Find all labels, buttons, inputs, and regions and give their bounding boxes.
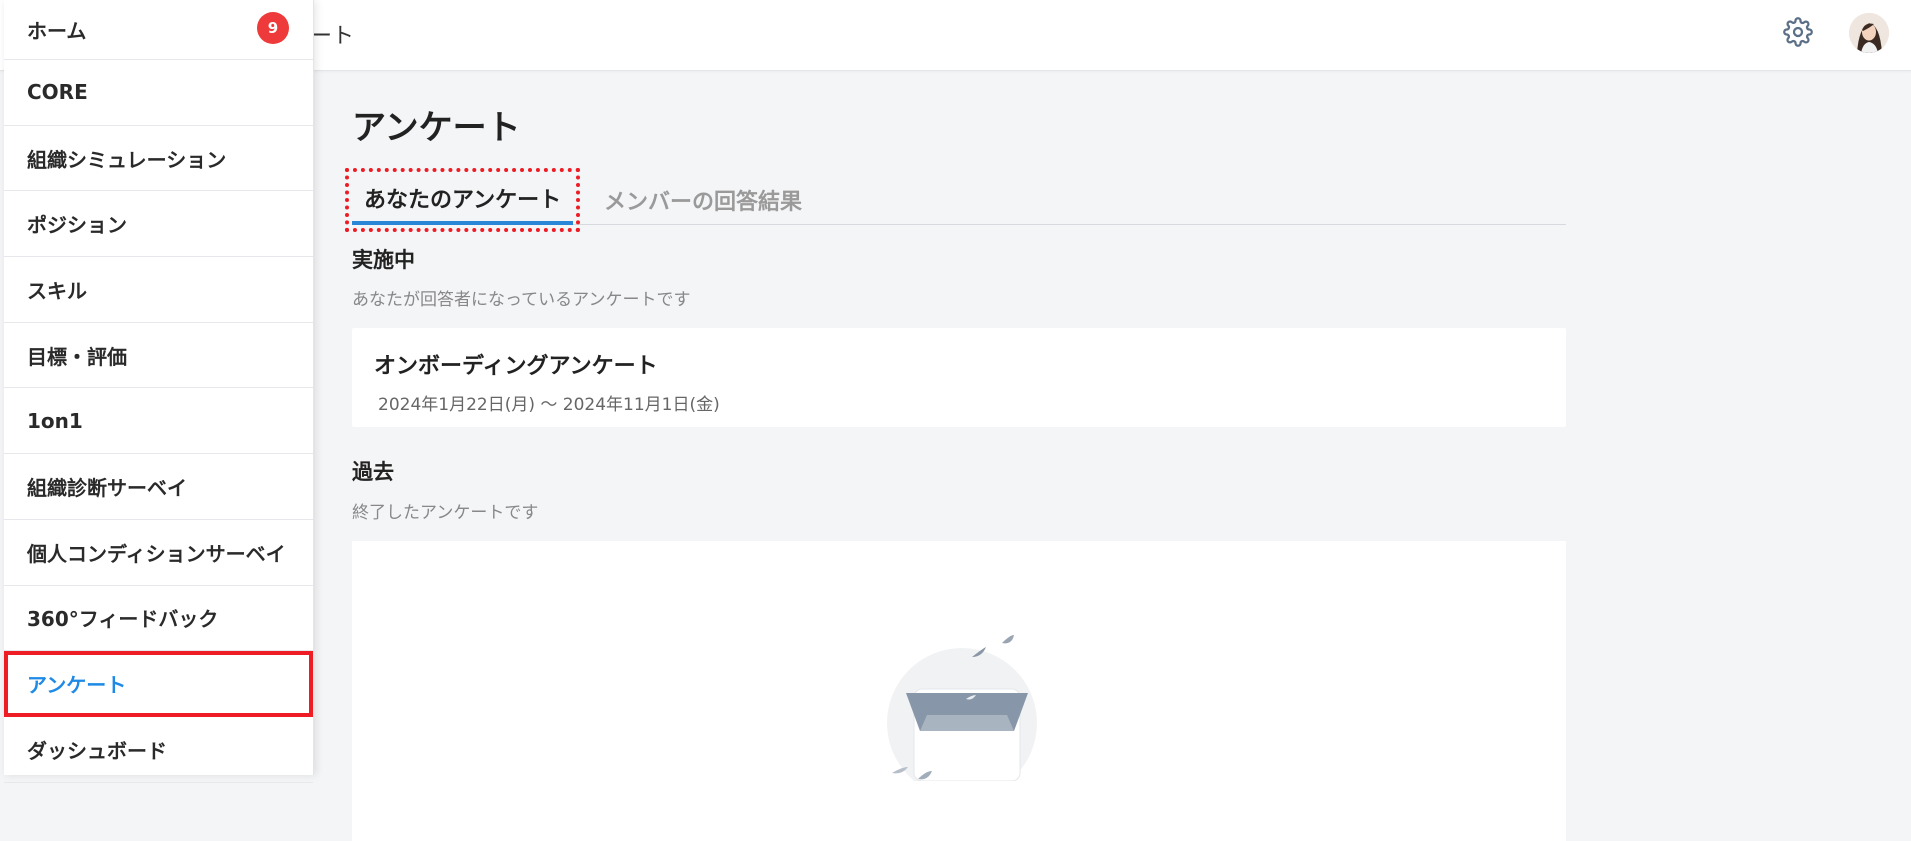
sidebar-item-label: 組織シミュレーション (27, 147, 227, 172)
sidebar-item-label: アンケート (27, 673, 127, 698)
sidebar-item-label: 360°フィードバック (27, 607, 219, 632)
section-title-past: 過去 (352, 460, 394, 484)
tab-your-surveys[interactable]: あなたのアンケート (344, 168, 581, 232)
survey-period: 2024年1月22日(月) ～ 2024年11月1日(金) (378, 395, 720, 415)
sidebar-item-1on1[interactable]: 1on1 (4, 388, 313, 455)
sidebar-item-org-simulation[interactable]: 組織シミュレーション (4, 126, 313, 192)
sidebar-item-label: 個人コンディションサーベイ (27, 541, 286, 566)
page-title: アンケート (352, 108, 521, 148)
sidebar-item-core[interactable]: CORE (4, 60, 313, 126)
sidebar-item-label: 目標・評価 (27, 344, 127, 369)
empty-state-panel (352, 541, 1566, 841)
sidebar-item-home[interactable]: ホーム 9 (4, 0, 313, 60)
sidebar-item-condition-survey[interactable]: 個人コンディションサーベイ (4, 520, 313, 586)
sidebar-item-position[interactable]: ポジション (4, 191, 313, 258)
sidebar-item-label: 1on1 (27, 408, 83, 433)
sidebar-item-label: CORE (27, 80, 88, 105)
gear-icon[interactable] (1783, 17, 1813, 47)
sidebar-item-label: ホーム (27, 19, 87, 43)
breadcrumb: ート (310, 24, 355, 49)
section-title-active: 実施中 (352, 248, 415, 272)
sidebar-item-org-survey[interactable]: 組織診断サーベイ (4, 454, 313, 520)
tab-member-results[interactable]: メンバーの回答結果 (592, 175, 814, 225)
sidebar-item-label: スキル (27, 278, 87, 303)
sidebar-item-label: ダッシュボード (27, 738, 167, 763)
sidebar-item-goals-evaluation[interactable]: 目標・評価 (4, 323, 313, 389)
survey-name: オンボーディングアンケート (374, 354, 658, 379)
sidebar-item-label: 組織診断サーベイ (27, 475, 187, 500)
survey-card[interactable]: オンボーディングアンケート 2024年1月22日(月) ～ 2024年11月1日… (352, 328, 1566, 427)
sidebar-item-360-feedback[interactable]: 360°フィードバック (4, 586, 313, 652)
sidebar-item-skill[interactable]: スキル (4, 257, 313, 323)
sidebar-item-label: ポジション (27, 213, 127, 238)
sidebar-nav: ホーム 9 CORE 組織シミュレーション ポジション スキル 目標・評価 1o… (4, 0, 314, 783)
tab-bar: あなたのアンケート メンバーの回答結果 (344, 168, 1566, 232)
user-avatar[interactable] (1849, 13, 1889, 53)
section-description-active: あなたが回答者になっているアンケートです (352, 290, 691, 310)
empty-inbox-illustration (887, 635, 1037, 781)
main-content: アンケート あなたのアンケート メンバーの回答結果 実施中 あなたが回答者になっ… (344, 71, 1566, 841)
sidebar-item-survey[interactable]: アンケート (4, 651, 313, 717)
section-description-past: 終了したアンケートです (352, 503, 539, 523)
notification-badge: 9 (257, 12, 289, 44)
sidebar-item-dashboard[interactable]: ダッシュボード (4, 717, 313, 783)
